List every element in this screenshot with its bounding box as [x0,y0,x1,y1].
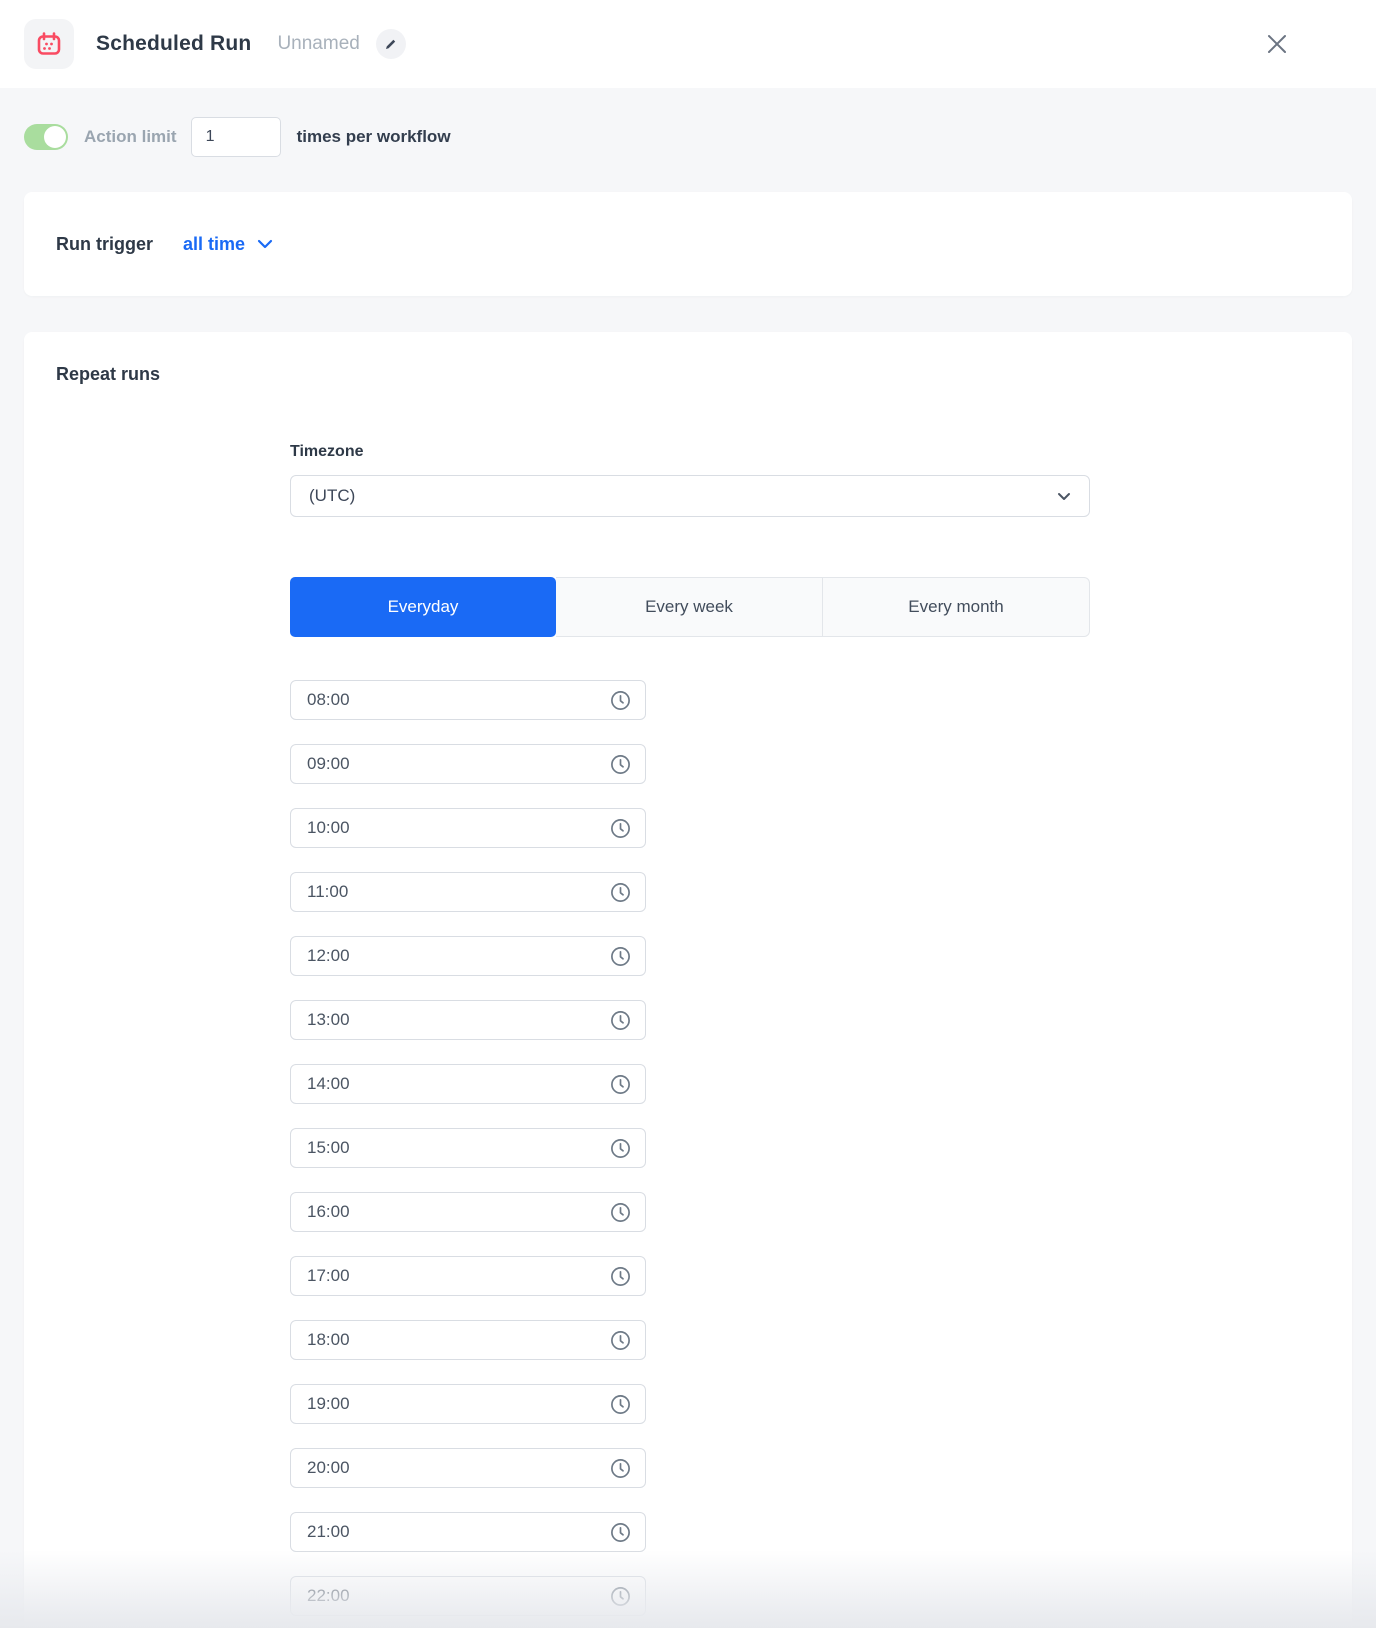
time-value: 10:00 [307,818,350,837]
clock-icon [611,882,630,902]
clock-icon [611,1266,630,1286]
timezone-label: Timezone [290,443,364,460]
run-trigger-card: Run trigger all time [24,192,1352,296]
clock-icon [611,1138,630,1158]
repeat-runs-content: Timezone (UTC) Everyday Every week Every… [290,443,1090,1616]
action-limit-toggle[interactable] [24,124,68,150]
time-input[interactable]: 19:00 [290,1384,646,1424]
clock-icon [611,1330,630,1350]
time-input[interactable]: 10:00 [290,808,646,848]
timezone-select[interactable]: (UTC) [290,475,1090,517]
time-input[interactable]: 12:00 [290,936,646,976]
scheduled-run-icon-wrap [24,19,74,69]
time-value: 15:00 [307,1138,350,1157]
clock-icon [611,818,630,838]
clock-icon [611,754,630,774]
action-limit-label: Action limit [84,127,177,146]
time-input[interactable]: 21:00 [290,1512,646,1552]
run-name-value: Unnamed [277,33,360,54]
time-input[interactable]: 18:00 [290,1320,646,1360]
time-value: 12:00 [307,946,350,965]
time-input[interactable]: 14:00 [290,1064,646,1104]
clock-icon [611,1010,630,1030]
time-input[interactable]: 16:00 [290,1192,646,1232]
calendar-icon [37,32,61,55]
clock-icon [611,1202,630,1222]
time-input[interactable]: 15:00 [290,1128,646,1168]
tab-every-month[interactable]: Every month [823,577,1090,637]
time-input[interactable]: 09:00 [290,744,646,784]
close-icon [1268,35,1286,53]
clock-icon [611,1074,630,1094]
scheduled-run-modal: Scheduled Run Unnamed Action limit times… [0,0,1376,1628]
action-limit-input[interactable] [190,117,281,157]
page-title: Scheduled Run [96,32,252,55]
clock-icon [611,1586,630,1606]
time-value: 21:00 [307,1522,350,1541]
time-input[interactable]: 20:00 [290,1448,646,1488]
run-trigger-dropdown[interactable]: all time [183,234,273,255]
time-value: 11:00 [307,882,349,901]
close-button[interactable] [1264,31,1290,57]
clock-icon [611,946,630,966]
time-input[interactable]: 13:00 [290,1000,646,1040]
time-value: 18:00 [307,1330,350,1349]
toggle-knob [44,126,66,148]
chevron-down-icon [257,239,273,249]
time-value: 14:00 [307,1074,350,1093]
action-limit-row: Action limit times per workflow [0,116,1376,158]
edit-name-button[interactable] [375,29,406,59]
time-value: 17:00 [307,1266,350,1285]
schedule-frequency-tabs: Everyday Every week Every month [290,577,1090,637]
time-value: 16:00 [307,1202,350,1221]
time-input[interactable]: 17:00 [290,1256,646,1296]
timezone-value: (UTC) [309,486,356,505]
tab-every-week[interactable]: Every week [556,577,823,637]
time-value: 19:00 [307,1394,350,1413]
chevron-down-icon [1058,492,1070,500]
tab-everyday[interactable]: Everyday [290,577,556,637]
time-input[interactable]: 11:00 [290,872,646,912]
time-value: 22:00 [307,1586,350,1605]
run-trigger-label: Run trigger [56,233,153,254]
clock-icon [611,1394,630,1414]
modal-header: Scheduled Run Unnamed [0,0,1376,88]
time-input[interactable]: 22:00 [290,1576,646,1616]
time-value: 13:00 [307,1010,350,1029]
time-value: 08:00 [307,690,350,709]
action-limit-suffix: times per workflow [296,127,451,146]
time-value: 09:00 [307,754,350,773]
repeat-runs-title: Repeat runs [56,364,161,384]
clock-icon [611,690,630,710]
clock-icon [611,1522,630,1542]
time-list: 08:00 09:00 10:00 11:00 12:00 13:00 14:0… [290,680,1090,1616]
repeat-runs-card: Repeat runs Timezone (UTC) Everyday Ever… [24,332,1352,1628]
time-value: 20:00 [307,1458,350,1477]
clock-icon [611,1458,630,1478]
pencil-icon [386,39,396,49]
run-trigger-value: all time [183,233,246,254]
time-input[interactable]: 08:00 [290,680,646,720]
